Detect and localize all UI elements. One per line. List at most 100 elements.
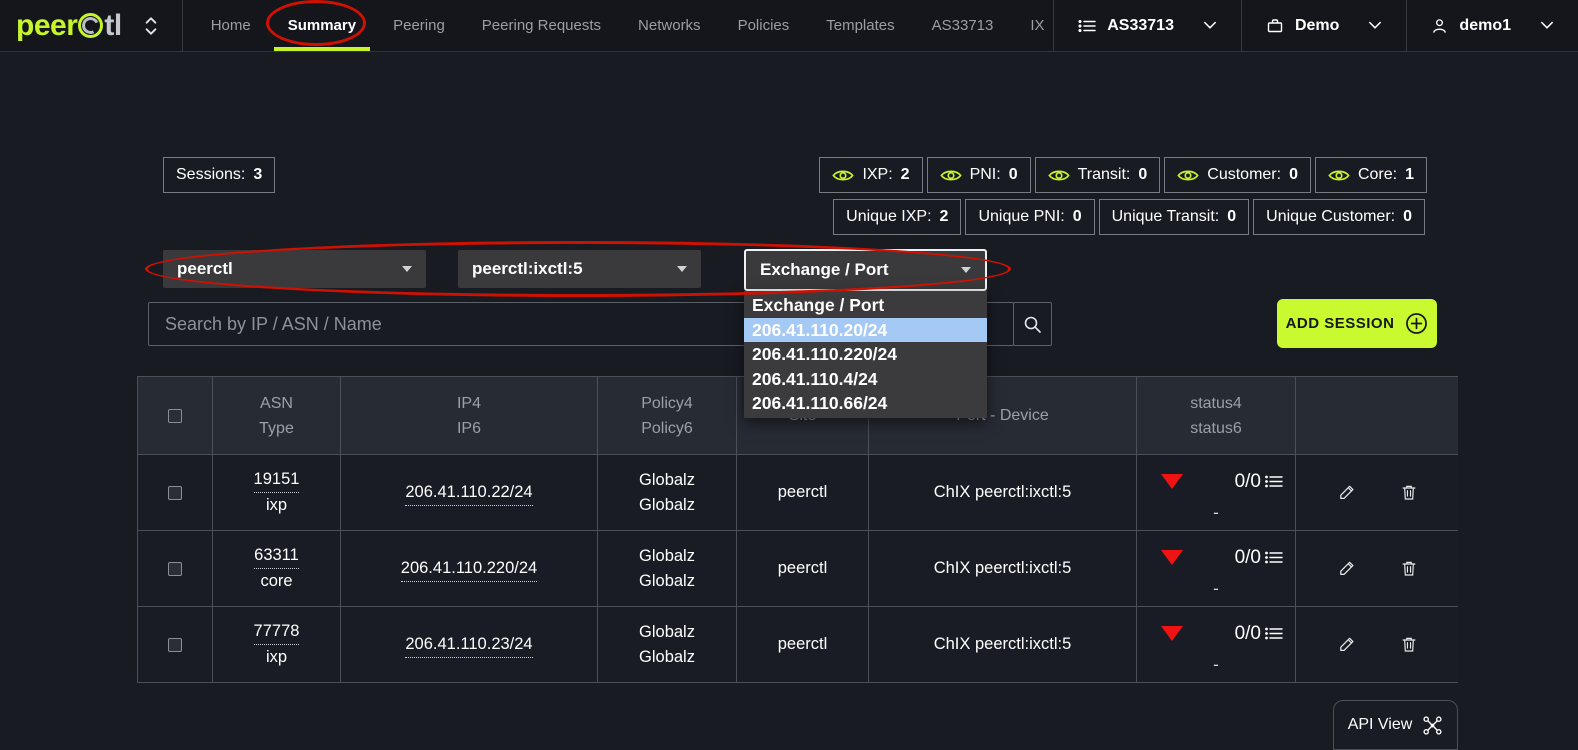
pencil-icon: [1337, 483, 1356, 502]
dropdown-option[interactable]: 206.41.110.4/24: [744, 367, 987, 392]
edit-session-button[interactable]: [1337, 483, 1356, 502]
sessions-value: 3: [253, 166, 262, 184]
peerctl-logo[interactable]: peertl: [16, 9, 122, 43]
status6-value: -: [1149, 576, 1283, 601]
sessions-label: Sessions:: [176, 166, 245, 184]
nav-item-peering-requests[interactable]: Peering Requests: [482, 0, 601, 51]
policy-cell: Globalz Globalz: [598, 606, 737, 682]
delete-session-button[interactable]: [1400, 635, 1418, 654]
badge-transit[interactable]: Transit:0: [1035, 157, 1161, 193]
asn-link[interactable]: 19151: [254, 467, 300, 493]
logo-text-tl: tl: [104, 9, 121, 43]
asn-link[interactable]: 77778: [254, 619, 300, 645]
search-button[interactable]: [1013, 302, 1052, 346]
caret-down-icon: [402, 266, 412, 272]
edit-session-button[interactable]: [1337, 559, 1356, 578]
select-all-checkbox[interactable]: [168, 409, 182, 423]
chevron-down-icon: [1368, 21, 1382, 30]
nav-item-peering[interactable]: Peering: [393, 0, 445, 51]
port-select[interactable]: peerctl:ixctl:5: [458, 250, 701, 288]
row-checkbox[interactable]: [168, 638, 182, 652]
actions-cell: [1296, 530, 1458, 606]
header-ip: IP4 IP6: [341, 377, 598, 454]
ip4-link[interactable]: 206.41.110.22/24: [405, 480, 532, 506]
api-view-button[interactable]: API View: [1333, 700, 1458, 750]
exchange-port-select[interactable]: Exchange / Port: [744, 249, 987, 291]
route-list-icon[interactable]: [1265, 626, 1283, 641]
nav-item-networks[interactable]: Networks: [638, 0, 701, 51]
badge-unique-pni: Unique PNI:0: [965, 199, 1094, 235]
logo-c-mark-icon: [78, 13, 103, 38]
dropdown-option[interactable]: Exchange / Port: [744, 293, 987, 318]
badge-ixp[interactable]: IXP:2: [819, 157, 922, 193]
delete-session-button[interactable]: [1400, 483, 1418, 502]
ip-cell: 206.41.110.23/24: [341, 606, 598, 682]
port-device-cell: ChIX peerctl:ixctl:5: [869, 454, 1137, 530]
eye-icon: [1048, 168, 1070, 183]
badge-unique-customer: Unique Customer:0: [1253, 199, 1425, 235]
route-list-icon[interactable]: [1265, 474, 1283, 489]
nav-item-policies[interactable]: Policies: [738, 0, 790, 51]
user-menu-label: demo1: [1459, 17, 1511, 35]
nav-item-summary[interactable]: Summary: [288, 0, 356, 51]
status-cell: 0/0 -: [1137, 530, 1296, 606]
nav-item-ix[interactable]: IX: [1030, 0, 1044, 51]
ip4-link[interactable]: 206.41.110.23/24: [405, 632, 532, 658]
logo-text-peer: peer: [16, 9, 77, 43]
port-device-cell: ChIX peerctl:ixctl:5: [869, 530, 1137, 606]
session-type-badges: IXP:2 PNI:0 Transit:0 Customer:0 Core:1: [819, 157, 1427, 193]
nav-item-templates[interactable]: Templates: [826, 0, 894, 51]
user-icon: [1431, 17, 1448, 35]
unique-count-badges: Unique IXP:2 Unique PNI:0 Unique Transit…: [833, 199, 1425, 235]
dropdown-option[interactable]: 206.41.110.220/24: [744, 342, 987, 367]
dropdown-option-highlighted[interactable]: 206.41.110.20/24: [744, 318, 987, 343]
status6-value: -: [1149, 652, 1283, 677]
badge-pni[interactable]: PNI:0: [927, 157, 1031, 193]
header-status: status4 status6: [1137, 377, 1296, 454]
status-ratio: 0/0: [1235, 621, 1261, 646]
list-icon: [1078, 18, 1096, 34]
site-cell: peerctl: [737, 454, 869, 530]
header-asn-type: ASN Type: [213, 377, 341, 454]
session-type: ixp: [266, 493, 287, 518]
actions-cell: [1296, 606, 1458, 682]
status6-value: -: [1149, 500, 1283, 525]
plus-circle-icon: [1405, 312, 1428, 335]
eye-icon: [832, 168, 854, 183]
peerctl-app: peertl Home Summary Peering Peering Requ…: [0, 0, 1578, 750]
asn-link[interactable]: 63311: [254, 543, 299, 569]
badge-customer[interactable]: Customer:0: [1164, 157, 1311, 193]
badge-core[interactable]: Core:1: [1315, 157, 1427, 193]
workspace-selector[interactable]: Demo: [1241, 0, 1406, 51]
org-selector-label: AS33713: [1107, 17, 1174, 35]
add-session-button[interactable]: ADD SESSION: [1277, 299, 1437, 348]
trash-icon: [1400, 559, 1418, 578]
route-list-icon[interactable]: [1265, 550, 1283, 565]
nav-item-as33713[interactable]: AS33713: [932, 0, 994, 51]
org-selector[interactable]: AS33713: [1053, 0, 1241, 51]
ip-cell: 206.41.110.22/24: [341, 454, 598, 530]
ip4-link[interactable]: 206.41.110.220/24: [401, 556, 537, 582]
edit-session-button[interactable]: [1337, 635, 1356, 654]
row-checkbox[interactable]: [168, 562, 182, 576]
logo-collapse-chevrons-icon[interactable]: [144, 15, 158, 37]
dropdown-option[interactable]: 206.41.110.66/24: [744, 391, 987, 416]
eye-icon: [1328, 168, 1350, 183]
main-nav: Home Summary Peering Peering Requests Ne…: [211, 0, 1045, 51]
trash-icon: [1400, 483, 1418, 502]
delete-session-button[interactable]: [1400, 559, 1418, 578]
sessions-table: ASN Type IP4 IP6 Policy4 Policy6 Site Po…: [137, 376, 1458, 683]
status-ratio: 0/0: [1235, 545, 1261, 570]
status-down-icon: [1161, 626, 1183, 641]
network-select[interactable]: peerctl: [163, 250, 426, 288]
briefcase-icon: [1266, 17, 1284, 35]
actions-cell: [1296, 454, 1458, 530]
row-checkbox[interactable]: [168, 486, 182, 500]
badge-unique-transit: Unique Transit:0: [1099, 199, 1250, 235]
nav-item-home[interactable]: Home: [211, 0, 251, 51]
header-policy: Policy4 Policy6: [598, 377, 737, 454]
table-row-cell: [138, 530, 213, 606]
user-menu[interactable]: demo1: [1406, 0, 1578, 51]
sessions-count-badge: Sessions: 3: [163, 157, 275, 193]
search-icon: [1023, 315, 1042, 334]
